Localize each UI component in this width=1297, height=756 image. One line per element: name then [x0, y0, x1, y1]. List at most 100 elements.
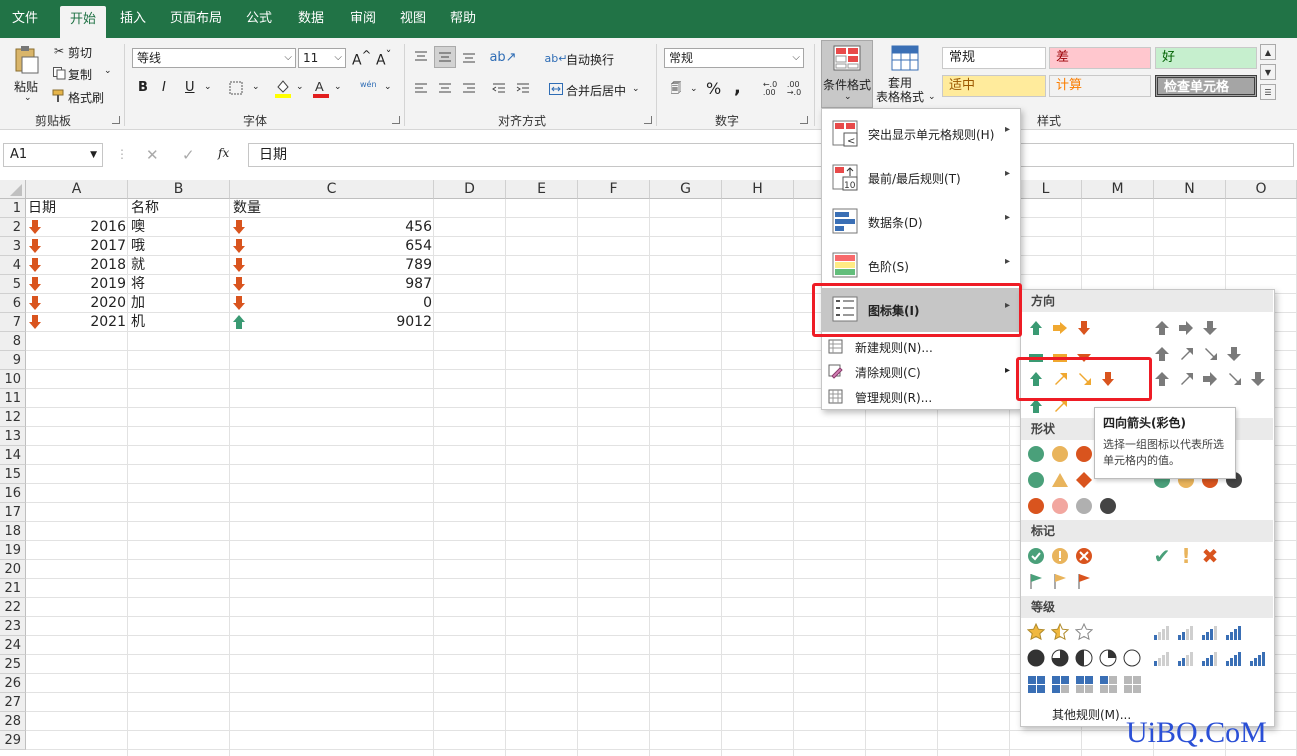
font-name-select[interactable]: 等线 ⌵ — [132, 48, 296, 68]
orientation-icon[interactable]: ab↗ — [489, 48, 516, 66]
style-normal[interactable]: 常规 — [942, 47, 1046, 69]
boxes-icon[interactable] — [1098, 674, 1118, 694]
row-header-24[interactable]: 24 — [0, 636, 26, 655]
row-header-14[interactable]: 14 — [0, 446, 26, 465]
gray-down-arrow-icon[interactable] — [1224, 344, 1244, 364]
column-header-a[interactable]: A — [26, 180, 128, 199]
cell-b-name[interactable]: 哦 — [131, 237, 145, 256]
menu-item-data-bars[interactable]: 数据条(D) ▸ — [822, 200, 1020, 244]
underline-dropdown-icon[interactable]: ⌄ — [204, 82, 212, 92]
menu-item-highlight-rules[interactable]: < 突出显示单元格规则(H) ▸ — [822, 112, 1020, 156]
cell-c1[interactable]: 数量 — [233, 199, 261, 218]
row-header-15[interactable]: 15 — [0, 465, 26, 484]
insert-function-button[interactable]: fx — [218, 146, 229, 160]
cell-c-qty[interactable]: 789 — [232, 256, 432, 275]
styles-scroll-up-icon[interactable]: ▲ — [1260, 44, 1276, 60]
bold-button[interactable]: B — [138, 80, 148, 95]
row-header-2[interactable]: 2 — [0, 218, 26, 237]
percent-button[interactable]: % — [706, 79, 721, 98]
style-neutral[interactable]: 适中 — [942, 75, 1046, 97]
align-left-icon[interactable] — [412, 80, 430, 98]
row-header-23[interactable]: 23 — [0, 617, 26, 636]
row-header-13[interactable]: 13 — [0, 427, 26, 446]
italic-button[interactable]: I — [162, 80, 166, 95]
gray-right-arrow-icon[interactable] — [1176, 318, 1196, 338]
cell-b-name[interactable]: 机 — [131, 313, 145, 332]
cell-b1[interactable]: 名称 — [131, 199, 159, 218]
row-header-18[interactable]: 18 — [0, 522, 26, 541]
circle-icon[interactable] — [1050, 496, 1070, 516]
grow-font-button[interactable]: A^ — [352, 48, 371, 69]
circle-icon[interactable] — [1050, 444, 1070, 464]
number-launcher-icon[interactable] — [800, 116, 808, 124]
fill-color-icon[interactable] — [274, 78, 292, 98]
menu-item-color-scales[interactable]: 色阶(S) ▸ — [822, 244, 1020, 288]
cell-c-qty[interactable]: 987 — [232, 275, 432, 294]
style-check-cell[interactable]: 检查单元格 — [1155, 75, 1257, 97]
x-circle-icon[interactable] — [1074, 546, 1094, 566]
number-format-select[interactable]: 常规 ⌵ — [664, 48, 804, 68]
cell-c-qty[interactable]: 456 — [232, 218, 432, 237]
cell-c-qty[interactable]: 0 — [232, 294, 432, 313]
circle-icon[interactable] — [1074, 496, 1094, 516]
cell-a-year[interactable]: 2020 — [28, 294, 126, 313]
column-header-m[interactable]: M — [1082, 180, 1154, 199]
paste-icon[interactable] — [10, 44, 42, 76]
boxes-icon[interactable] — [1074, 674, 1094, 694]
cell-a-year[interactable]: 2021 — [28, 313, 126, 332]
circle-icon[interactable] — [1074, 444, 1094, 464]
accounting-format-icon[interactable]: 🗐 — [664, 80, 688, 98]
diamond-icon[interactable] — [1074, 470, 1094, 490]
align-right-icon[interactable] — [460, 80, 478, 98]
gray-up-arrow-icon[interactable] — [1152, 369, 1172, 389]
row-header-6[interactable]: 6 — [0, 294, 26, 313]
flag-icon[interactable] — [1026, 571, 1046, 591]
column-header-o[interactable]: O — [1226, 180, 1297, 199]
gray-down-arrow-icon[interactable] — [1200, 318, 1220, 338]
quarters-icon[interactable] — [1122, 648, 1142, 668]
cell-a-year[interactable]: 2019 — [28, 275, 126, 294]
cell-c-qty[interactable]: 654 — [232, 237, 432, 256]
tab-home[interactable]: 开始 — [60, 6, 106, 38]
table-dropdown-icon[interactable]: ⌄ — [928, 92, 936, 102]
gray-upright-arrow-icon[interactable] — [1176, 344, 1196, 364]
gray-right-arrow-icon[interactable] — [1200, 369, 1220, 389]
row-header-3[interactable]: 3 — [0, 237, 26, 256]
alignment-launcher-icon[interactable] — [644, 116, 652, 124]
star-half-icon[interactable] — [1050, 622, 1070, 642]
tab-formulas[interactable]: 公式 — [238, 0, 280, 38]
row-header-28[interactable]: 28 — [0, 712, 26, 731]
cell-c-qty[interactable]: 9012 — [232, 313, 432, 332]
paste-dropdown-icon[interactable]: ⌄ — [24, 93, 32, 103]
row-header-5[interactable]: 5 — [0, 275, 26, 294]
tab-view[interactable]: 视图 — [392, 0, 434, 38]
font-color-icon[interactable]: A — [312, 78, 330, 98]
merge-dropdown-icon[interactable]: ⌄ — [632, 84, 640, 94]
cell-a-year[interactable]: 2016 — [28, 218, 126, 237]
circle-icon[interactable] — [1026, 444, 1046, 464]
column-header-e[interactable]: E — [506, 180, 578, 199]
tab-data[interactable]: 数据 — [290, 0, 332, 38]
signal-bars-icon[interactable] — [1152, 622, 1172, 642]
row-header-26[interactable]: 26 — [0, 674, 26, 693]
row-header-16[interactable]: 16 — [0, 484, 26, 503]
cell-a-year[interactable]: 2018 — [28, 256, 126, 275]
gray-downright-arrow-icon[interactable] — [1200, 344, 1220, 364]
font-size-select[interactable]: 11 ⌵ — [298, 48, 346, 68]
boxes-icon[interactable] — [1122, 674, 1142, 694]
format-as-table-button[interactable]: 套用 表格格式 — [876, 76, 924, 104]
row-header-20[interactable]: 20 — [0, 560, 26, 579]
up-arrow-icon[interactable] — [1026, 318, 1046, 338]
styles-scroll-down-icon[interactable]: ▼ — [1260, 64, 1276, 80]
enter-icon[interactable]: ✓ — [182, 146, 195, 164]
boxes-icon[interactable] — [1050, 674, 1070, 694]
align-bottom-icon[interactable] — [460, 48, 478, 66]
flag-icon[interactable] — [1074, 571, 1094, 591]
row-header-1[interactable]: 1 — [0, 199, 26, 218]
row-header-17[interactable]: 17 — [0, 503, 26, 522]
align-center-icon[interactable] — [436, 80, 454, 98]
column-header-c[interactable]: C — [230, 180, 434, 199]
quarters-icon[interactable] — [1074, 648, 1094, 668]
font-color-dropdown-icon[interactable]: ⌄ — [334, 82, 342, 92]
increase-decimal-icon[interactable]: ←.0.00 — [760, 80, 780, 98]
